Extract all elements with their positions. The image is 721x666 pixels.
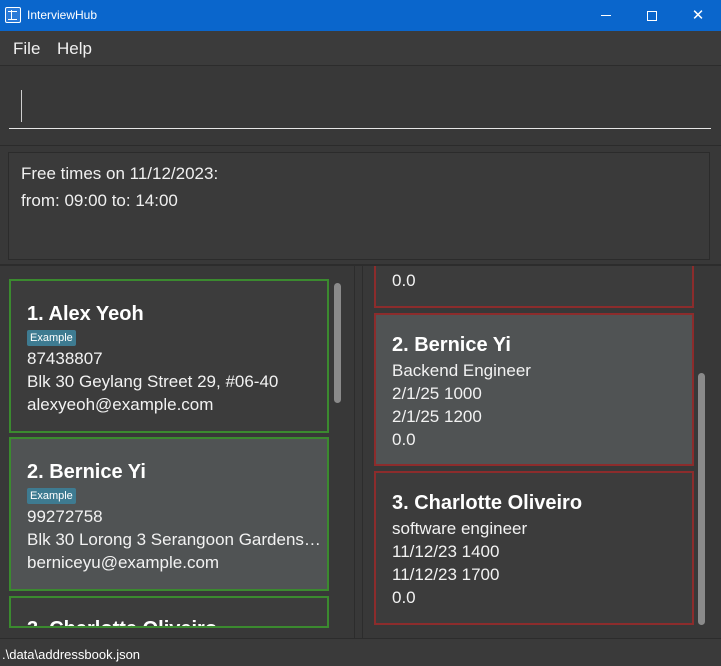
- interview-job: Backend Engineer: [392, 361, 531, 380]
- person-name: 2. Bernice Yi: [27, 461, 146, 483]
- maximize-icon: [647, 10, 657, 21]
- person-list-scrollbar[interactable]: [334, 283, 341, 403]
- person-email: alexyeoh@example.com: [27, 395, 214, 414]
- interview-rating: 0.0: [392, 271, 416, 290]
- person-name: 1. Alex Yeoh: [27, 303, 144, 325]
- window-title: InterviewHub: [27, 8, 98, 22]
- person-email: berniceyu@example.com: [27, 553, 220, 572]
- interview-card[interactable]: 3. Charlotte Oliveiro software engineer …: [374, 471, 694, 625]
- person-card[interactable]: 1. Alex Yeoh Example 87438807 Blk 30 Gey…: [9, 279, 329, 433]
- interview-card[interactable]: 0.0: [374, 266, 694, 308]
- person-phone: 87438807: [27, 349, 103, 368]
- person-name: 3. Charlotte Oliveiro: [27, 618, 217, 626]
- result-line: Free times on 11/12/2023:: [21, 164, 219, 183]
- interview-end: 2/1/25 1200: [392, 407, 482, 426]
- interview-end: 11/12/23 1700: [392, 565, 500, 584]
- save-location: .\data\addressbook.json: [2, 647, 141, 662]
- title-bar: InterviewHub ✕: [0, 0, 721, 31]
- interview-start: 11/12/23 1400: [392, 542, 500, 561]
- minimize-button[interactable]: [583, 0, 629, 31]
- person-card[interactable]: 2. Bernice Yi Example 99272758 Blk 30 Lo…: [9, 437, 329, 591]
- result-display: Free times on 11/12/2023: from: 09:00 to…: [8, 152, 710, 260]
- interview-name: 3. Charlotte Oliveiro: [392, 492, 583, 514]
- menu-bar: File Help: [0, 31, 721, 66]
- menu-file[interactable]: File: [13, 39, 40, 59]
- app-icon: [5, 7, 21, 23]
- interview-name: 2. Bernice Yi: [392, 334, 511, 356]
- interview-rating: 0.0: [392, 430, 416, 449]
- person-address: Blk 30 Geylang Street 29, #06-40: [27, 372, 279, 391]
- interview-card[interactable]: 2. Bernice Yi Backend Engineer 2/1/25 10…: [374, 313, 694, 466]
- interview-job: software engineer: [392, 519, 528, 538]
- close-button[interactable]: ✕: [675, 0, 721, 31]
- command-box: [0, 67, 721, 146]
- tag-badge: Example: [27, 488, 76, 504]
- result-line: from: 09:00 to: 14:00: [21, 191, 178, 210]
- menu-help[interactable]: Help: [57, 39, 92, 59]
- interview-list-scrollbar[interactable]: [698, 373, 705, 625]
- maximize-button[interactable]: [629, 0, 675, 31]
- interview-rating: 0.0: [392, 588, 416, 607]
- text-cursor: [21, 90, 22, 122]
- person-card[interactable]: 3. Charlotte Oliveiro: [9, 596, 329, 628]
- person-address: Blk 30 Lorong 3 Serangoon Gardens, #07-1…: [27, 530, 323, 549]
- interview-start: 2/1/25 1000: [392, 384, 482, 403]
- person-phone: 99272758: [27, 507, 103, 526]
- status-bar: .\data\addressbook.json: [0, 638, 721, 666]
- command-input[interactable]: [9, 84, 711, 129]
- close-icon: ✕: [691, 7, 705, 24]
- tag-badge: Example: [27, 330, 76, 346]
- minimize-icon: [601, 15, 611, 16]
